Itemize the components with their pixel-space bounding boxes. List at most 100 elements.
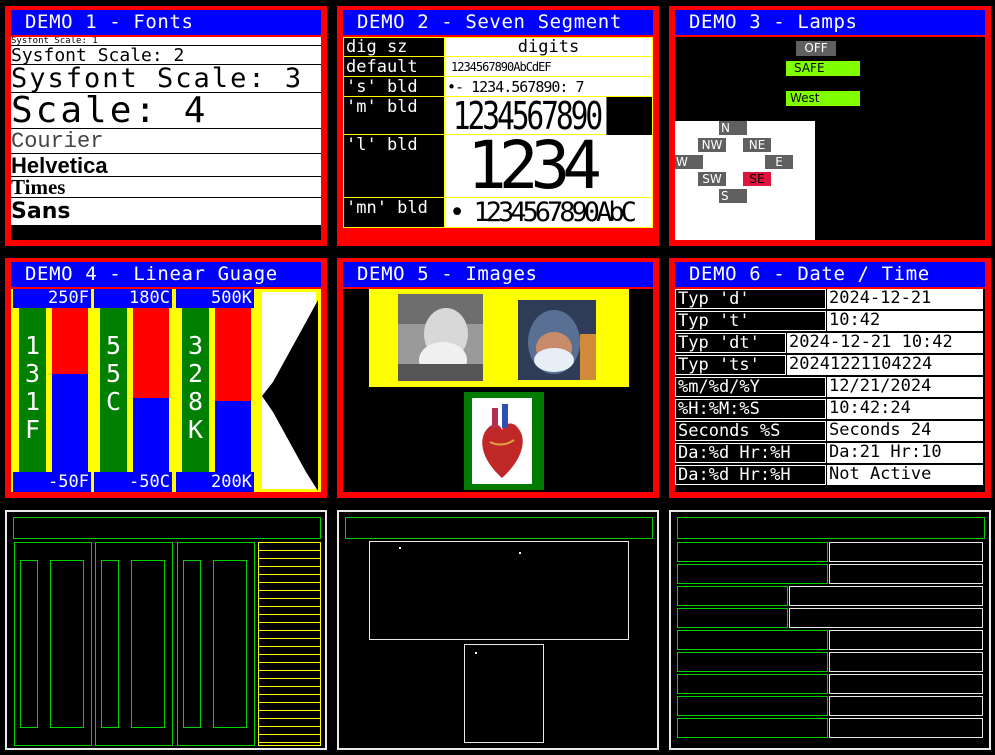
demo3-title: DEMO 3 - Lamps (675, 10, 985, 35)
outline-datetime-value (829, 674, 983, 694)
outline-datetime-label (677, 674, 828, 694)
demo6-body: Typ 'd' 2024-12-21 Typ 't' 10:42 Typ 'dt' 202… (675, 289, 985, 492)
demo1-panel: DEMO 1 - Fonts Sysfont Scale: 1 Sysfont … (5, 6, 327, 246)
compass-n: N (719, 121, 747, 135)
demo2-table: dig sz digits default 1234567890AbCdEF '… (343, 37, 653, 228)
demo4-body: 250F 131F -50F 180C 55C -50C 500K 328K 200K (11, 289, 321, 492)
outline-datetime-value (829, 696, 983, 716)
gauge-value-label: 131F (24, 331, 41, 444)
gauge-value-label: 328K (187, 331, 204, 444)
outline-gauge-column (20, 560, 38, 728)
font-row-scale3: Sysfont Scale: 3 (11, 65, 321, 93)
outline-datetime-label (677, 542, 828, 562)
compass-s: S (719, 189, 747, 203)
datetime-label: Da:%d Hr:%H (675, 443, 826, 463)
outline-datetime-label (677, 586, 788, 606)
outline-datetime-label (677, 652, 828, 672)
outline-datetime-value (829, 542, 983, 562)
demo5-panel: DEMO 5 - Images (337, 258, 659, 498)
gauge-fill (215, 401, 251, 472)
heart-image (472, 398, 532, 484)
outline-datetime-label (677, 564, 828, 584)
frozen-face-photo-svg (518, 300, 596, 380)
gauge-body: 55C (94, 308, 172, 472)
datetime-value: 10:42:24 (827, 399, 983, 419)
row-label-small: 's' bld (344, 77, 445, 97)
compass-w: W (675, 155, 703, 169)
row-digits-large: 1234 (445, 135, 652, 198)
outline-gauge-column (131, 560, 165, 728)
font-row-helvetica: Helvetica (11, 154, 321, 177)
gauge-max-label: 180C (94, 289, 172, 308)
row-label-large: 'l' bld (344, 135, 445, 198)
outline-dot (475, 652, 477, 654)
old-man-photo-svg (398, 294, 483, 381)
demo4-title: DEMO 4 - Linear Guage (11, 262, 321, 287)
outline-datetime-label (677, 608, 788, 628)
compass-nw: NW (698, 138, 726, 152)
linear-gauge-3: 500K 328K 200K (176, 289, 254, 492)
compass-box: N NW NE W E SW SE S (675, 121, 815, 240)
heart-image-frame (464, 392, 544, 490)
datetime-value: Not Active (827, 465, 983, 485)
demo3-panel: DEMO 3 - Lamps OFF SAFE West N NW NE W E… (669, 6, 991, 246)
outline-title-bar (13, 517, 321, 539)
datetime-value: 12/21/2024 (827, 377, 983, 397)
row-digits-small: •- 1234.567890: 7 (445, 77, 652, 97)
outline-datetime-label (677, 630, 828, 650)
datetime-value: Da:21 Hr:10 (827, 443, 983, 463)
gauge-value-bar: 131F (19, 308, 46, 472)
font-row-scale1: Sysfont Scale: 1 (11, 37, 321, 46)
row-digits-medium: 1234567890 (445, 97, 607, 135)
font-row-scale2: Sysfont Scale: 2 (11, 46, 321, 65)
lamp-safe: SAFE (786, 61, 860, 76)
gauge-min-label: 200K (176, 472, 254, 492)
linear-gauge-1: 250F 131F -50F (13, 289, 91, 492)
demo6-panel: DEMO 6 - Date / Time Typ 'd' 2024-12-21 Ty… (669, 258, 991, 498)
demo2-title: DEMO 2 - Seven Segment (343, 10, 653, 35)
outline-bitmap (258, 542, 321, 746)
outline-gauge-column (183, 560, 201, 728)
outline-gauge-column (213, 560, 247, 728)
gauge-fill (52, 374, 88, 472)
outline-gauge-column (50, 560, 84, 728)
compass-sw: SW (698, 172, 726, 186)
row-label-medium: 'm' bld (344, 97, 445, 135)
outline-panel-gauges (5, 510, 327, 750)
demo4-panel: DEMO 4 - Linear Guage 250F 131F -50F 180C 55… (5, 258, 327, 498)
outline-title-bar (345, 517, 653, 539)
gauge-max-label: 250F (13, 289, 91, 308)
outline-datetime-value (789, 586, 983, 606)
outline-heart-frame (464, 644, 544, 743)
row-label-default: default (344, 57, 445, 77)
datetime-label: Typ 'dt' (675, 333, 786, 353)
old-man-photo (398, 294, 483, 381)
linear-gauge-2: 180C 55C -50C (94, 289, 172, 492)
row-digits-mono: • 1234567890AbC (445, 198, 652, 227)
demo3-body: OFF SAFE West N NW NE W E SW SE S (675, 37, 985, 240)
compass-ne: NE (743, 138, 771, 152)
datetime-label: Typ 'd' (675, 289, 826, 309)
datetime-value: 20241221104224 (787, 355, 983, 375)
font-row-sans: Sans (11, 198, 321, 225)
datetime-label: %m/%d/%Y (675, 377, 826, 397)
outline-panel-images (337, 510, 659, 750)
datetime-value: 2024-12-21 (827, 289, 983, 309)
digits-header: digits (445, 38, 652, 57)
font-row-courier: Courier (11, 129, 321, 154)
lamp-off: OFF (796, 41, 836, 56)
image-tray (369, 289, 629, 387)
digit-size-header: dig sz (344, 38, 445, 57)
datetime-label: Seconds %S (675, 421, 826, 441)
outline-image-tray (369, 541, 629, 640)
gauge-value-label: 55C (105, 331, 122, 416)
gauge-min-label: -50F (13, 472, 91, 492)
demo5-title: DEMO 5 - Images (343, 262, 653, 287)
demo5-body (343, 289, 653, 492)
datetime-value: 2024-12-21 10:42 (787, 333, 983, 353)
demo1-title: DEMO 1 - Fonts (11, 10, 321, 35)
font-row-scale4: Scale: 4 (11, 93, 321, 129)
outline-datetime-value (829, 630, 983, 650)
lamp-west: West (786, 91, 860, 106)
bitmap-pattern-svg (262, 300, 318, 491)
